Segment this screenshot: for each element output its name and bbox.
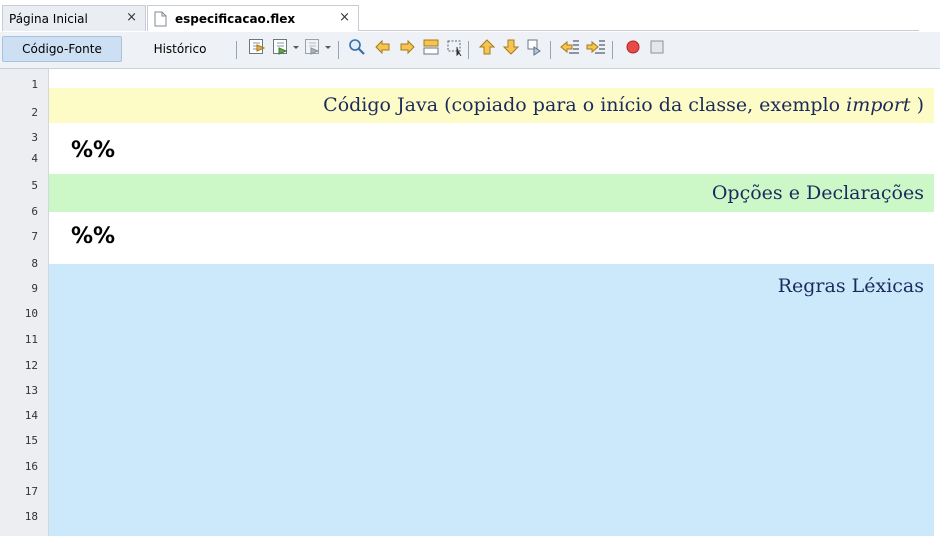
line-number: 2 — [31, 106, 38, 119]
line-number: 7 — [31, 230, 38, 243]
toggle-bookmark-icon[interactable] — [248, 38, 266, 56]
line-number: 12 — [24, 359, 38, 372]
line-number: 18 — [24, 510, 38, 523]
tab-label: especificacao.flex — [175, 11, 296, 26]
line-number-gutter[interactable]: 1 2 3 4 5 6 7 8 9 10 11 12 13 14 15 16 1… — [0, 69, 49, 536]
options-label: Opções e Declarações — [711, 182, 924, 204]
find-previous-icon[interactable] — [374, 38, 392, 56]
line-number: 13 — [24, 384, 38, 397]
find-next-icon[interactable] — [398, 38, 416, 56]
editor-tab-bar: Página Inicial × especificacao.flex × — [0, 0, 940, 32]
java-code-section: Código Java (copiado para o início da cl… — [49, 88, 934, 123]
close-icon[interactable]: × — [126, 10, 137, 25]
lexical-rules-section: Regras Léxicas — [49, 264, 934, 536]
java-code-text: Código Java (copiado para o início da cl… — [323, 94, 847, 116]
options-section: Opções e Declarações — [49, 174, 934, 212]
toolbar-separator — [550, 41, 551, 59]
line-number: 5 — [31, 179, 38, 192]
line-number: 8 — [31, 257, 38, 270]
start-macro-icon[interactable] — [624, 38, 642, 56]
toolbar-separator — [612, 41, 613, 59]
line-number: 3 — [31, 131, 38, 144]
previous-occurrence-icon[interactable] — [478, 38, 496, 56]
tab-label: Página Inicial — [9, 11, 88, 26]
line-number: 6 — [31, 205, 38, 218]
chevron-down-icon[interactable] — [292, 38, 300, 56]
line-number: 14 — [24, 409, 38, 422]
toggle-highlight-icon[interactable] — [422, 38, 440, 56]
java-code-suffix: ) — [910, 94, 924, 116]
line-number: 16 — [24, 460, 38, 473]
editor-toolbar: Código-Fonte Histórico — [0, 32, 940, 69]
section-separator: %% — [71, 138, 116, 163]
tab-bar-divider — [359, 30, 919, 31]
rectangular-selection-icon[interactable] — [446, 38, 464, 56]
toolbar-separator — [236, 41, 237, 59]
line-number: 15 — [24, 434, 38, 447]
line-number: 9 — [31, 282, 38, 295]
file-icon — [154, 11, 167, 26]
history-view-button[interactable]: Histórico — [140, 36, 220, 62]
stop-macro-icon[interactable] — [648, 38, 666, 56]
toolbar-separator — [338, 41, 339, 59]
section-separator: %% — [71, 224, 116, 249]
code-editor[interactable]: Código Java (copiado para o início da cl… — [49, 69, 940, 536]
next-bookmark-icon[interactable] — [304, 38, 322, 56]
java-code-label: Código Java (copiado para o início da cl… — [323, 94, 924, 116]
line-number: 1 — [31, 78, 38, 91]
toolbar-separator — [468, 41, 469, 59]
source-view-button[interactable]: Código-Fonte — [2, 36, 122, 62]
line-number: 11 — [24, 333, 38, 346]
toggle-search-icon[interactable] — [526, 38, 544, 56]
previous-bookmark-icon[interactable] — [272, 38, 290, 56]
tab-pagina-inicial[interactable]: Página Inicial × — [2, 5, 146, 31]
lexical-rules-label: Regras Léxicas — [777, 275, 924, 297]
shift-left-icon[interactable] — [560, 38, 580, 56]
shift-right-icon[interactable] — [586, 38, 606, 56]
next-occurrence-icon[interactable] — [502, 38, 520, 56]
line-number: 4 — [31, 152, 38, 165]
tab-especificacao-flex[interactable]: especificacao.flex × — [147, 5, 359, 31]
import-keyword: import — [846, 94, 911, 116]
chevron-down-icon[interactable] — [324, 38, 332, 56]
close-icon[interactable]: × — [339, 10, 350, 25]
line-number: 10 — [24, 307, 38, 320]
find-selection-icon[interactable] — [348, 38, 366, 56]
line-number: 17 — [24, 485, 38, 498]
